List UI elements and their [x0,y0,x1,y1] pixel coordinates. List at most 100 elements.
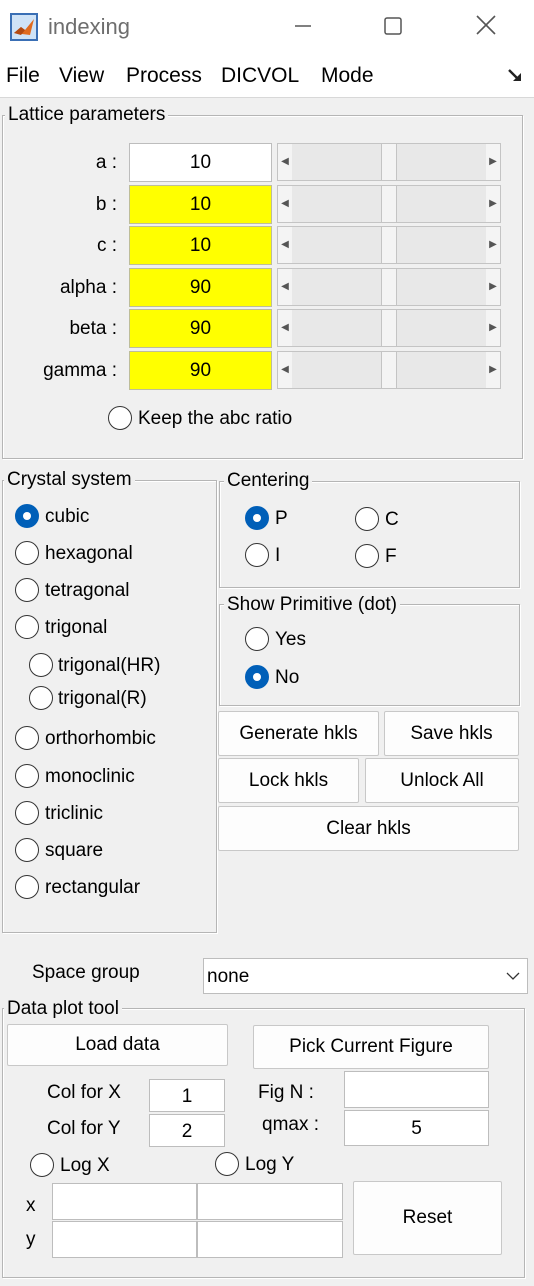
maximize-button[interactable] [370,8,416,48]
col-y-input[interactable]: 2 [149,1114,225,1147]
matlab-icon [10,13,38,41]
centering-i-radio[interactable] [245,543,269,567]
triclinic-label: triclinic [45,803,104,824]
x-max-input[interactable] [197,1183,343,1220]
a-slider[interactable]: ◀ ▶ [277,143,501,181]
primitive-no-label: No [275,667,300,688]
log-x-radio[interactable] [30,1153,54,1177]
b-input[interactable]: 10 [129,185,272,224]
fig-n-label: Fig N : [258,1082,314,1103]
title-bar: indexing [0,0,534,55]
close-button[interactable] [463,8,509,48]
monoclinic-radio[interactable] [15,764,39,788]
c-input[interactable]: 10 [129,226,272,265]
close-icon [476,15,496,35]
y-max-input[interactable] [197,1221,343,1258]
trigonal-hr-label: trigonal(HR) [58,655,161,676]
gamma-input[interactable]: 90 [129,351,272,390]
centering-p-label: P [275,508,288,529]
trigonal-radio[interactable] [15,615,39,639]
crystal-panel-title: Crystal system [4,469,135,491]
hexagonal-label: hexagonal [45,543,133,564]
maximize-icon [384,17,402,35]
x-row-label: x [26,1195,36,1216]
primitive-panel [219,604,520,706]
tetragonal-radio[interactable] [15,578,39,602]
keep-ratio-label: Keep the abc ratio [138,408,293,429]
data-plot-panel-title: Data plot tool [4,998,122,1020]
orthorhombic-label: orthorhombic [45,728,156,749]
centering-i-label: I [275,545,281,566]
log-x-label: Log X [60,1155,110,1176]
beta-label: beta : [69,318,117,339]
a-input[interactable]: 10 [129,143,272,182]
save-hkls-button[interactable]: Save hkls [384,711,519,756]
trigonal-label: trigonal [45,617,108,638]
minimize-icon [295,25,311,27]
trigonal-r-radio[interactable] [29,686,53,710]
menu-view[interactable]: View [59,64,104,88]
alpha-slider[interactable]: ◀ ▶ [277,268,501,306]
menu-mode[interactable]: Mode [321,64,374,88]
centering-panel [219,481,520,588]
keep-ratio-radio[interactable] [108,406,132,430]
log-y-radio[interactable] [215,1152,239,1176]
centering-panel-title: Centering [224,470,313,492]
trigonal-hr-radio[interactable] [29,653,53,677]
lock-hkls-button[interactable]: Lock hkls [218,758,359,803]
c-slider[interactable]: ◀ ▶ [277,226,501,264]
x-min-input[interactable] [52,1183,197,1220]
window-title: indexing [48,14,130,39]
beta-input[interactable]: 90 [129,309,272,348]
undock-icon[interactable] [507,67,523,83]
unlock-all-button[interactable]: Unlock All [365,758,519,803]
trigonal-r-label: trigonal(R) [58,688,147,709]
orthorhombic-radio[interactable] [15,726,39,750]
col-y-label: Col for Y [47,1118,121,1139]
primitive-yes-label: Yes [275,629,306,650]
chevron-down-icon [506,972,520,980]
menu-process[interactable]: Process [126,64,202,88]
fig-n-input[interactable] [344,1071,489,1108]
centering-f-label: F [385,546,397,567]
clear-hkls-button[interactable]: Clear hkls [218,806,519,851]
menu-file[interactable]: File [6,64,40,88]
col-x-label: Col for X [47,1082,121,1103]
beta-slider[interactable]: ◀ ▶ [277,309,501,347]
cubic-label: cubic [45,506,90,527]
load-data-button[interactable]: Load data [7,1024,228,1066]
monoclinic-label: monoclinic [45,766,135,787]
minimize-button[interactable] [280,8,326,48]
space-group-value: none [207,966,250,987]
rectangular-label: rectangular [45,877,141,898]
a-label: a : [95,152,117,173]
centering-f-radio[interactable] [355,544,379,568]
space-group-label: Space group [32,962,140,983]
triclinic-radio[interactable] [15,801,39,825]
hexagonal-radio[interactable] [15,541,39,565]
rectangular-radio[interactable] [15,875,39,899]
qmax-input[interactable]: 5 [344,1110,489,1146]
centering-p-radio[interactable] [245,506,269,530]
reset-button[interactable]: Reset [353,1181,502,1255]
log-y-label: Log Y [245,1154,295,1175]
square-radio[interactable] [15,838,39,862]
cubic-radio[interactable] [15,504,39,528]
y-row-label: y [26,1229,36,1250]
c-label: c : [96,235,117,256]
alpha-input[interactable]: 90 [129,268,272,307]
qmax-label: qmax : [262,1114,320,1135]
primitive-yes-radio[interactable] [245,627,269,651]
menu-dicvol[interactable]: DICVOL [221,64,299,88]
gamma-slider[interactable]: ◀ ▶ [277,351,501,389]
space-group-select[interactable]: none [203,958,528,994]
centering-c-radio[interactable] [355,507,379,531]
b-slider[interactable]: ◀ ▶ [277,185,501,223]
col-x-input[interactable]: 1 [149,1079,225,1112]
primitive-no-radio[interactable] [245,665,269,689]
generate-hkls-button[interactable]: Generate hkls [218,711,379,756]
lattice-panel-title: Lattice parameters [5,104,169,126]
y-min-input[interactable] [52,1221,197,1258]
gamma-label: gamma : [43,360,117,381]
pick-current-figure-button[interactable]: Pick Current Figure [253,1025,489,1069]
